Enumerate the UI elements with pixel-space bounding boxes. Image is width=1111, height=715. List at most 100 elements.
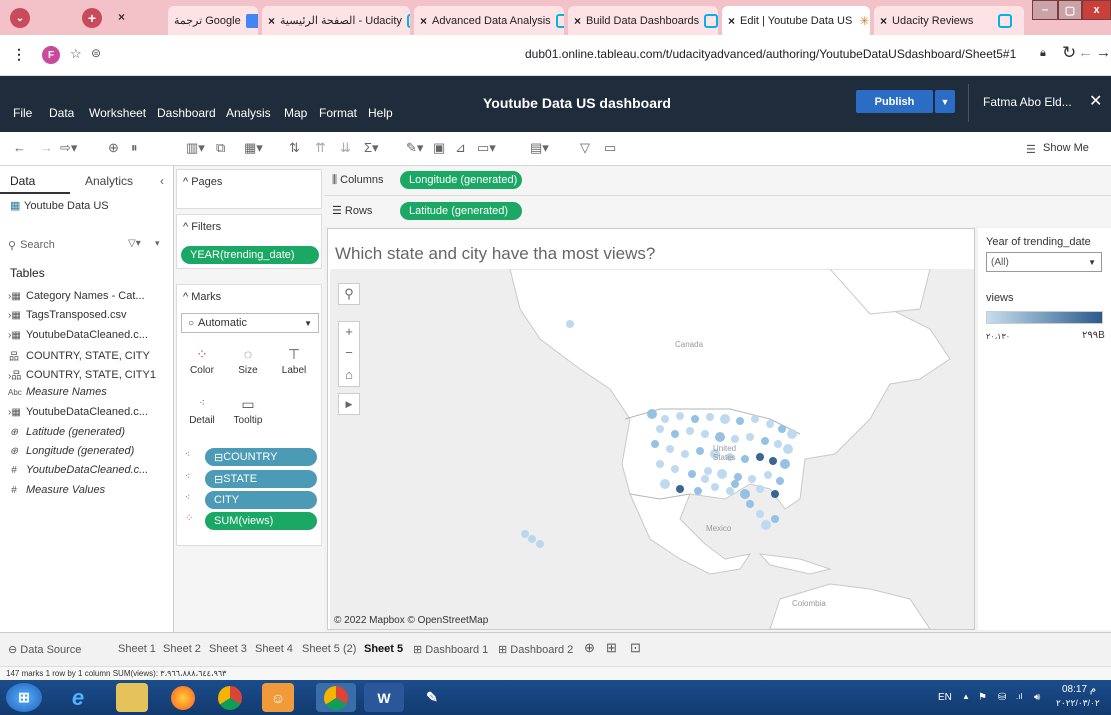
marks-label-button[interactable]: ⊤ Label (275, 343, 313, 385)
map-point[interactable] (701, 430, 709, 438)
new-worksheet-icon[interactable]: ⊕ (584, 640, 595, 656)
map-home-button[interactable]: ⌂ (338, 365, 360, 387)
columns-pill-longitude[interactable]: Longitude (generated) (400, 171, 522, 189)
marks-color-button[interactable]: ⁘ Color (183, 343, 221, 385)
duplicate-sheet-icon[interactable]: ⧉ (216, 140, 225, 156)
tab-sheet-2[interactable]: Sheet 2 (163, 643, 201, 655)
pause-updates-icon[interactable]: ⏸ (131, 140, 138, 156)
map-view[interactable]: Canada United States Mexico Colombia ⚲ +… (330, 269, 974, 629)
tab-dashboard-2[interactable]: ⊞ Dashboard 2 (498, 643, 573, 656)
map-point[interactable] (688, 470, 696, 478)
map-toolbar-expand-button[interactable]: ▶ (338, 393, 360, 415)
map-point[interactable] (666, 445, 674, 453)
tab-sheet-1[interactable]: Sheet 1 (118, 643, 156, 655)
map-point[interactable] (661, 415, 669, 423)
maximize-button[interactable]: ▢ (1058, 0, 1082, 20)
mark-pill-city[interactable]: CITY (205, 491, 317, 509)
chrome-profile-icon[interactable] (316, 683, 356, 712)
map-point[interactable] (715, 432, 725, 442)
tab-google-translate[interactable]: ترجمة Google (168, 6, 258, 35)
tooltip-icon[interactable]: ▽ (580, 140, 590, 156)
file-explorer-icon[interactable] (116, 683, 148, 712)
paint-icon[interactable]: ☺ (262, 683, 294, 712)
undo-icon[interactable]: ← (13, 140, 26, 155)
map-point[interactable] (676, 412, 684, 420)
menu-dashboard[interactable]: Dashboard (157, 106, 216, 120)
presentation-icon[interactable]: ▭ (604, 140, 616, 156)
firefox-icon[interactable] (163, 683, 203, 712)
view-options-icon[interactable]: ▾ (155, 238, 160, 249)
map-point[interactable] (774, 440, 782, 448)
browser-menu-icon[interactable]: ⋮ (12, 46, 26, 63)
data-source-tab[interactable]: ⊖ Data Source (8, 643, 81, 656)
close-tab-icon[interactable]: × (118, 10, 125, 24)
fix-axes-icon[interactable]: ⊿ (455, 140, 466, 156)
map-point[interactable] (717, 469, 727, 479)
map-point[interactable] (566, 320, 574, 328)
tab-data[interactable]: Data (10, 174, 35, 188)
show-me-button[interactable]: Show Me (1043, 142, 1089, 154)
new-dashboard-icon[interactable]: ⊞ (606, 640, 617, 656)
map-point[interactable] (751, 415, 759, 423)
replay-icon[interactable]: ⇨▾ (60, 140, 77, 156)
map-point[interactable] (676, 485, 684, 493)
map-point[interactable] (647, 409, 657, 419)
field-youtube-cleaned-measure[interactable]: # YoutubeDataCleaned.c... (8, 464, 148, 476)
map-point[interactable] (536, 540, 544, 548)
fit-icon[interactable]: ▭▾ (477, 140, 496, 156)
menu-analysis[interactable]: Analysis (226, 106, 271, 120)
field-measure-names[interactable]: Abc Measure Names (8, 386, 107, 398)
map-point[interactable] (704, 467, 712, 475)
menu-data[interactable]: Data (49, 106, 74, 120)
minimize-button[interactable]: – (1032, 0, 1058, 20)
marks-tooltip-button[interactable]: ▭ Tooltip (229, 393, 267, 435)
menu-file[interactable]: File (13, 106, 32, 120)
site-info-icon[interactable]: ⊜ (91, 46, 101, 60)
map-point[interactable] (756, 485, 764, 493)
tray-network-icon[interactable]: ⛁ (998, 692, 1006, 703)
map-point[interactable] (694, 487, 702, 495)
url-field[interactable]: dub01.online.tableau.com/t/udacityadvanc… (525, 47, 1016, 61)
map-point[interactable] (740, 489, 750, 499)
back-icon[interactable]: ← (1078, 44, 1093, 61)
close-tab-icon[interactable]: × (268, 14, 275, 28)
map-point[interactable] (521, 530, 529, 538)
map-point[interactable] (711, 483, 719, 491)
field-measure-values[interactable]: # Measure Values (8, 484, 105, 496)
chrome-icon[interactable] (210, 683, 250, 712)
media-player-icon[interactable]: ✎ (412, 683, 452, 712)
close-tab-icon[interactable]: × (880, 14, 887, 28)
show-me-icon[interactable]: ☰ (1026, 143, 1036, 156)
tray-signal-icon[interactable]: .ıl (1016, 692, 1022, 701)
search-box[interactable]: ⚲ Search (8, 236, 138, 254)
tab-udacity-home[interactable]: × الصفحة الرئيسية - Udacity (262, 6, 410, 35)
map-point[interactable] (671, 465, 679, 473)
profile-avatar[interactable]: F (42, 46, 60, 64)
new-worksheet-icon[interactable]: ▥▾ (186, 140, 205, 156)
show-labels-icon[interactable]: ▤▾ (530, 140, 549, 156)
menu-worksheet[interactable]: Worksheet (89, 106, 146, 120)
tab-sheet-3[interactable]: Sheet 3 (209, 643, 247, 655)
map-point[interactable] (778, 425, 786, 433)
labels-icon[interactable]: ▣ (433, 140, 445, 156)
highlight-icon[interactable]: ✎▾ (406, 140, 423, 156)
tab-analytics[interactable]: Analytics (85, 174, 133, 188)
menu-help[interactable]: Help (368, 106, 393, 120)
filter-fields-icon[interactable]: ▽▾ (128, 238, 141, 249)
map-point[interactable] (769, 457, 777, 465)
field-youtube-cleaned-1[interactable]: ›▦ YoutubeDataCleaned.c... (8, 329, 148, 341)
tray-flag-icon[interactable]: ⚑ (978, 692, 987, 703)
rows-pill-latitude[interactable]: Latitude (generated) (400, 202, 522, 220)
sort-asc-icon[interactable]: ⇈ (315, 140, 326, 156)
new-datasource-icon[interactable]: ⊕ (108, 140, 119, 156)
map-search-button[interactable]: ⚲ (338, 283, 360, 305)
forward-icon[interactable]: → (1096, 44, 1111, 61)
mark-pill-country[interactable]: ⊟ COUNTRY (205, 448, 317, 466)
map-zoom-in-button[interactable]: + (338, 321, 360, 343)
tray-expand-icon[interactable]: ▲ (962, 692, 970, 701)
field-longitude[interactable]: ⊕ Longitude (generated) (8, 445, 134, 457)
publish-button[interactable]: Publish (856, 90, 933, 113)
language-indicator[interactable]: EN (938, 692, 952, 703)
map-point[interactable] (771, 515, 779, 523)
map-point[interactable] (528, 535, 536, 543)
